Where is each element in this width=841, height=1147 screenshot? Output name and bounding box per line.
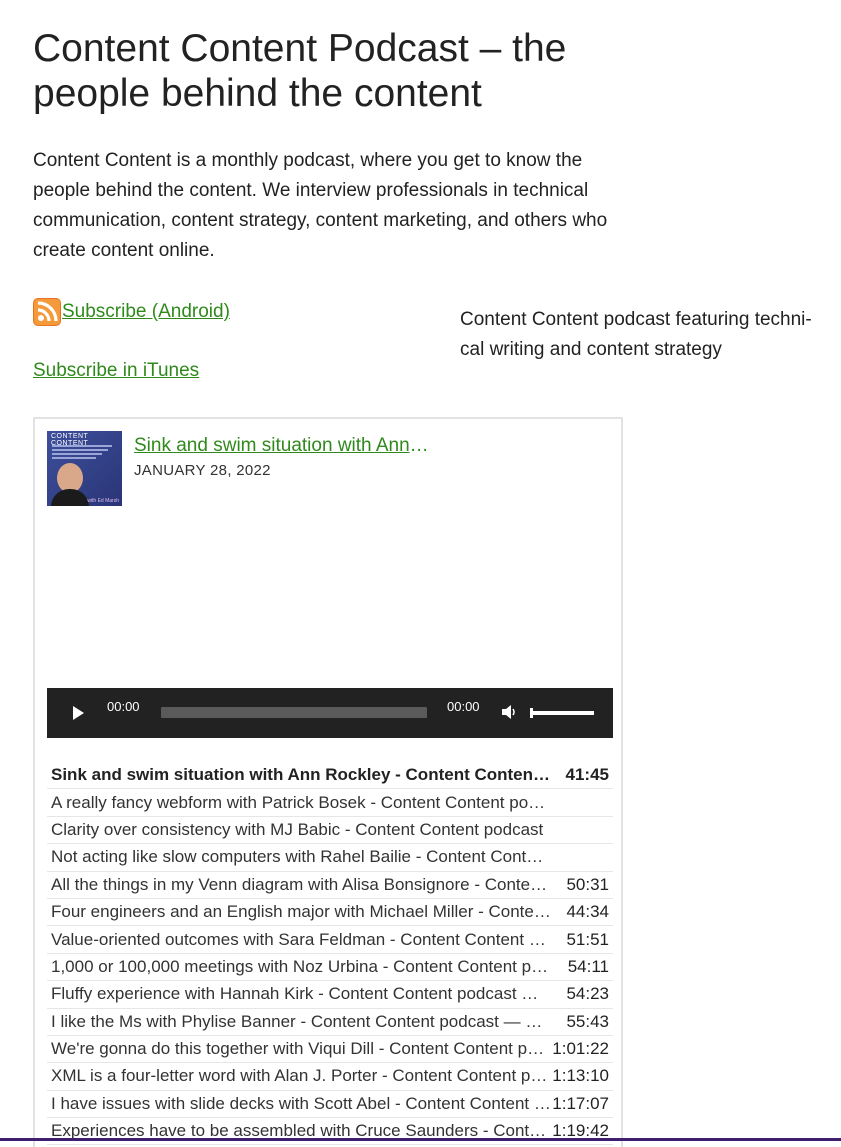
subscribe-android-row: Subscribe (Android) <box>33 297 230 327</box>
audio-controls: 00:00 00:00 <box>47 688 613 738</box>
rss-icon[interactable] <box>33 298 61 326</box>
playlist-item[interactable]: A really fancy webform with Patrick Bose… <box>47 789 613 817</box>
volume-handle[interactable] <box>530 708 533 718</box>
playlist-item[interactable]: Four engineers and an English major with… <box>47 899 613 927</box>
playlist-item-title: XML is a four-letter word with Alan J. P… <box>51 1066 551 1086</box>
playlist-item-duration: 54:23 <box>566 984 609 1004</box>
playlist-item[interactable]: Fluffy experience with Hannah Kirk - Con… <box>47 981 613 1009</box>
playlist-item[interactable]: Experiences have to be assembled with Cr… <box>47 1118 613 1146</box>
episode-playlist: Sink and swim situation with Ann Rockley… <box>47 762 613 1146</box>
playlist-item-title: 1,000 or 100,000 meetings with Noz Urbin… <box>51 956 551 976</box>
page-title: Content Content Podcast – the people beh… <box>33 27 567 115</box>
subscribe-itunes-link[interactable]: Subscribe in iTunes <box>33 360 199 381</box>
playlist-item[interactable]: Not acting like slow computers with Rahe… <box>47 844 613 872</box>
playlist-item-duration: 54:11 <box>567 956 609 976</box>
duration-time: 00:00 <box>447 699 480 714</box>
playlist-item-duration: 1:17:07 <box>552 1093 609 1113</box>
current-episode-title[interactable]: Sink and swim situation with Ann Rockley <box>134 435 429 457</box>
playlist-item-title: Value-oriented outcomes with Sara Feldma… <box>51 929 551 949</box>
artwork-host: with Ed Marsh <box>87 498 119 504</box>
podcast-caption: Content Content podcast featuring techni… <box>460 309 812 360</box>
playlist-item-title: Four engineers and an English major with… <box>51 902 551 922</box>
playlist-item[interactable]: Clarity over consistency with MJ Babic -… <box>47 817 613 845</box>
playlist-item[interactable]: 1,000 or 100,000 meetings with Noz Urbin… <box>47 954 613 982</box>
playlist-item-duration: 1:13:10 <box>552 1066 609 1086</box>
progress-rail[interactable] <box>161 707 427 718</box>
playlist-item-duration: 1:01:22 <box>552 1039 609 1059</box>
volume-icon[interactable] <box>500 703 518 721</box>
current-time: 00:00 <box>107 699 140 714</box>
playlist-item-duration: 44:34 <box>566 902 609 922</box>
playlist-item[interactable]: I like the Ms with Phylise Banner - Cont… <box>47 1009 613 1036</box>
playlist-item-title: Not acting like slow computers with Rahe… <box>51 847 551 867</box>
episode-date: JANUARY 28, 2022 <box>134 462 271 479</box>
playlist-item-duration: 41:45 <box>565 765 609 785</box>
play-icon[interactable] <box>73 706 84 720</box>
subscribe-android-link[interactable]: Subscribe (Android) <box>62 301 230 323</box>
podcast-artwork: CONTENT CONTENT with Ed Marsh <box>47 431 122 506</box>
podcast-player: CONTENT CONTENT with Ed Marsh Sink and s… <box>33 417 623 1147</box>
playlist-item-title: Fluffy experience with Hannah Kirk - Con… <box>51 984 551 1004</box>
playlist-item-title: I have issues with slide decks with Scot… <box>51 1093 551 1113</box>
playlist-item-title: Sink and swim situation with Ann Rockley… <box>51 765 551 785</box>
playlist-item[interactable]: Sink and swim situation with Ann Rockley… <box>47 762 613 790</box>
playlist-item-duration: 51:51 <box>566 929 609 949</box>
playlist-item[interactable]: Value-oriented outcomes with Sara Feldma… <box>47 926 613 954</box>
playlist-item-title: A really fancy webform with Patrick Bose… <box>51 792 551 812</box>
playlist-item[interactable]: All the things in my Venn diagram with A… <box>47 872 613 899</box>
playlist-item-title: We're gonna do this together with Viqui … <box>51 1039 551 1059</box>
playlist-item[interactable]: I have issues with slide decks with Scot… <box>47 1091 613 1119</box>
playlist-item-duration: 50:31 <box>566 874 609 894</box>
volume-slider[interactable] <box>530 711 594 715</box>
playlist-item-title: Clarity over consistency with MJ Babic -… <box>51 819 544 839</box>
playlist-item-duration: 55:43 <box>566 1011 609 1031</box>
playlist-item[interactable]: We're gonna do this together with Viqui … <box>47 1036 613 1064</box>
playlist-item[interactable]: XML is a four-letter word with Alan J. P… <box>47 1063 613 1091</box>
playlist-item-title: All the things in my Venn diagram with A… <box>51 874 551 894</box>
playlist-item-title: I like the Ms with Phylise Banner - Cont… <box>51 1011 551 1031</box>
intro-paragraph: Content Content is a monthly podcast, wh… <box>33 150 608 261</box>
